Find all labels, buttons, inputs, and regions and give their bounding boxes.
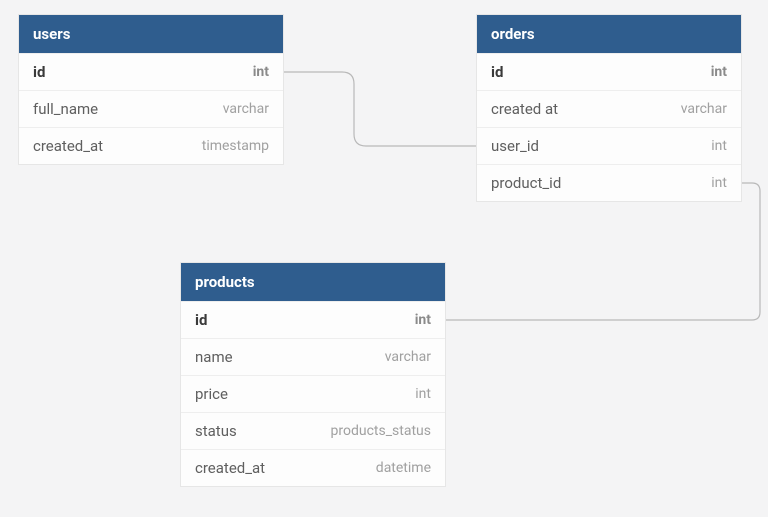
- column-type: varchar: [223, 101, 269, 117]
- table-row: id int: [477, 53, 741, 90]
- table-orders: orders id int created at varchar user_id…: [476, 14, 742, 202]
- column-name: product_id: [491, 174, 561, 192]
- column-name: id: [195, 311, 207, 329]
- column-name: created at: [491, 100, 558, 118]
- table-products-header: products: [181, 263, 445, 301]
- table-users: users id int full_name varchar created_a…: [18, 14, 284, 165]
- column-name: status: [195, 422, 237, 440]
- table-row: full_name varchar: [19, 90, 283, 127]
- table-row: price int: [181, 375, 445, 412]
- table-orders-header: orders: [477, 15, 741, 53]
- column-type: timestamp: [202, 138, 269, 154]
- column-type: datetime: [376, 460, 431, 476]
- table-row: created_at timestamp: [19, 127, 283, 164]
- table-products: products id int name varchar price int s…: [180, 262, 446, 487]
- column-type: int: [253, 64, 269, 80]
- connector-orders-products: [446, 183, 760, 320]
- column-name: price: [195, 385, 228, 403]
- table-row: created_at datetime: [181, 449, 445, 486]
- table-row: user_id int: [477, 127, 741, 164]
- column-type: int: [711, 64, 727, 80]
- column-name: id: [33, 63, 45, 81]
- column-type: int: [711, 175, 727, 191]
- column-type: int: [415, 312, 431, 328]
- column-name: user_id: [491, 137, 539, 155]
- column-name: created_at: [195, 459, 265, 477]
- table-row: status products_status: [181, 412, 445, 449]
- column-type: varchar: [385, 349, 431, 365]
- table-row: id int: [181, 301, 445, 338]
- column-name: created_at: [33, 137, 103, 155]
- table-row: name varchar: [181, 338, 445, 375]
- column-type: varchar: [681, 101, 727, 117]
- table-row: created at varchar: [477, 90, 741, 127]
- table-row: product_id int: [477, 164, 741, 201]
- table-row: id int: [19, 53, 283, 90]
- column-name: id: [491, 63, 503, 81]
- column-name: full_name: [33, 100, 98, 118]
- column-type: products_status: [331, 423, 431, 439]
- connector-users-orders: [284, 72, 476, 146]
- table-users-header: users: [19, 15, 283, 53]
- column-type: int: [711, 138, 727, 154]
- column-name: name: [195, 348, 233, 366]
- column-type: int: [415, 386, 431, 402]
